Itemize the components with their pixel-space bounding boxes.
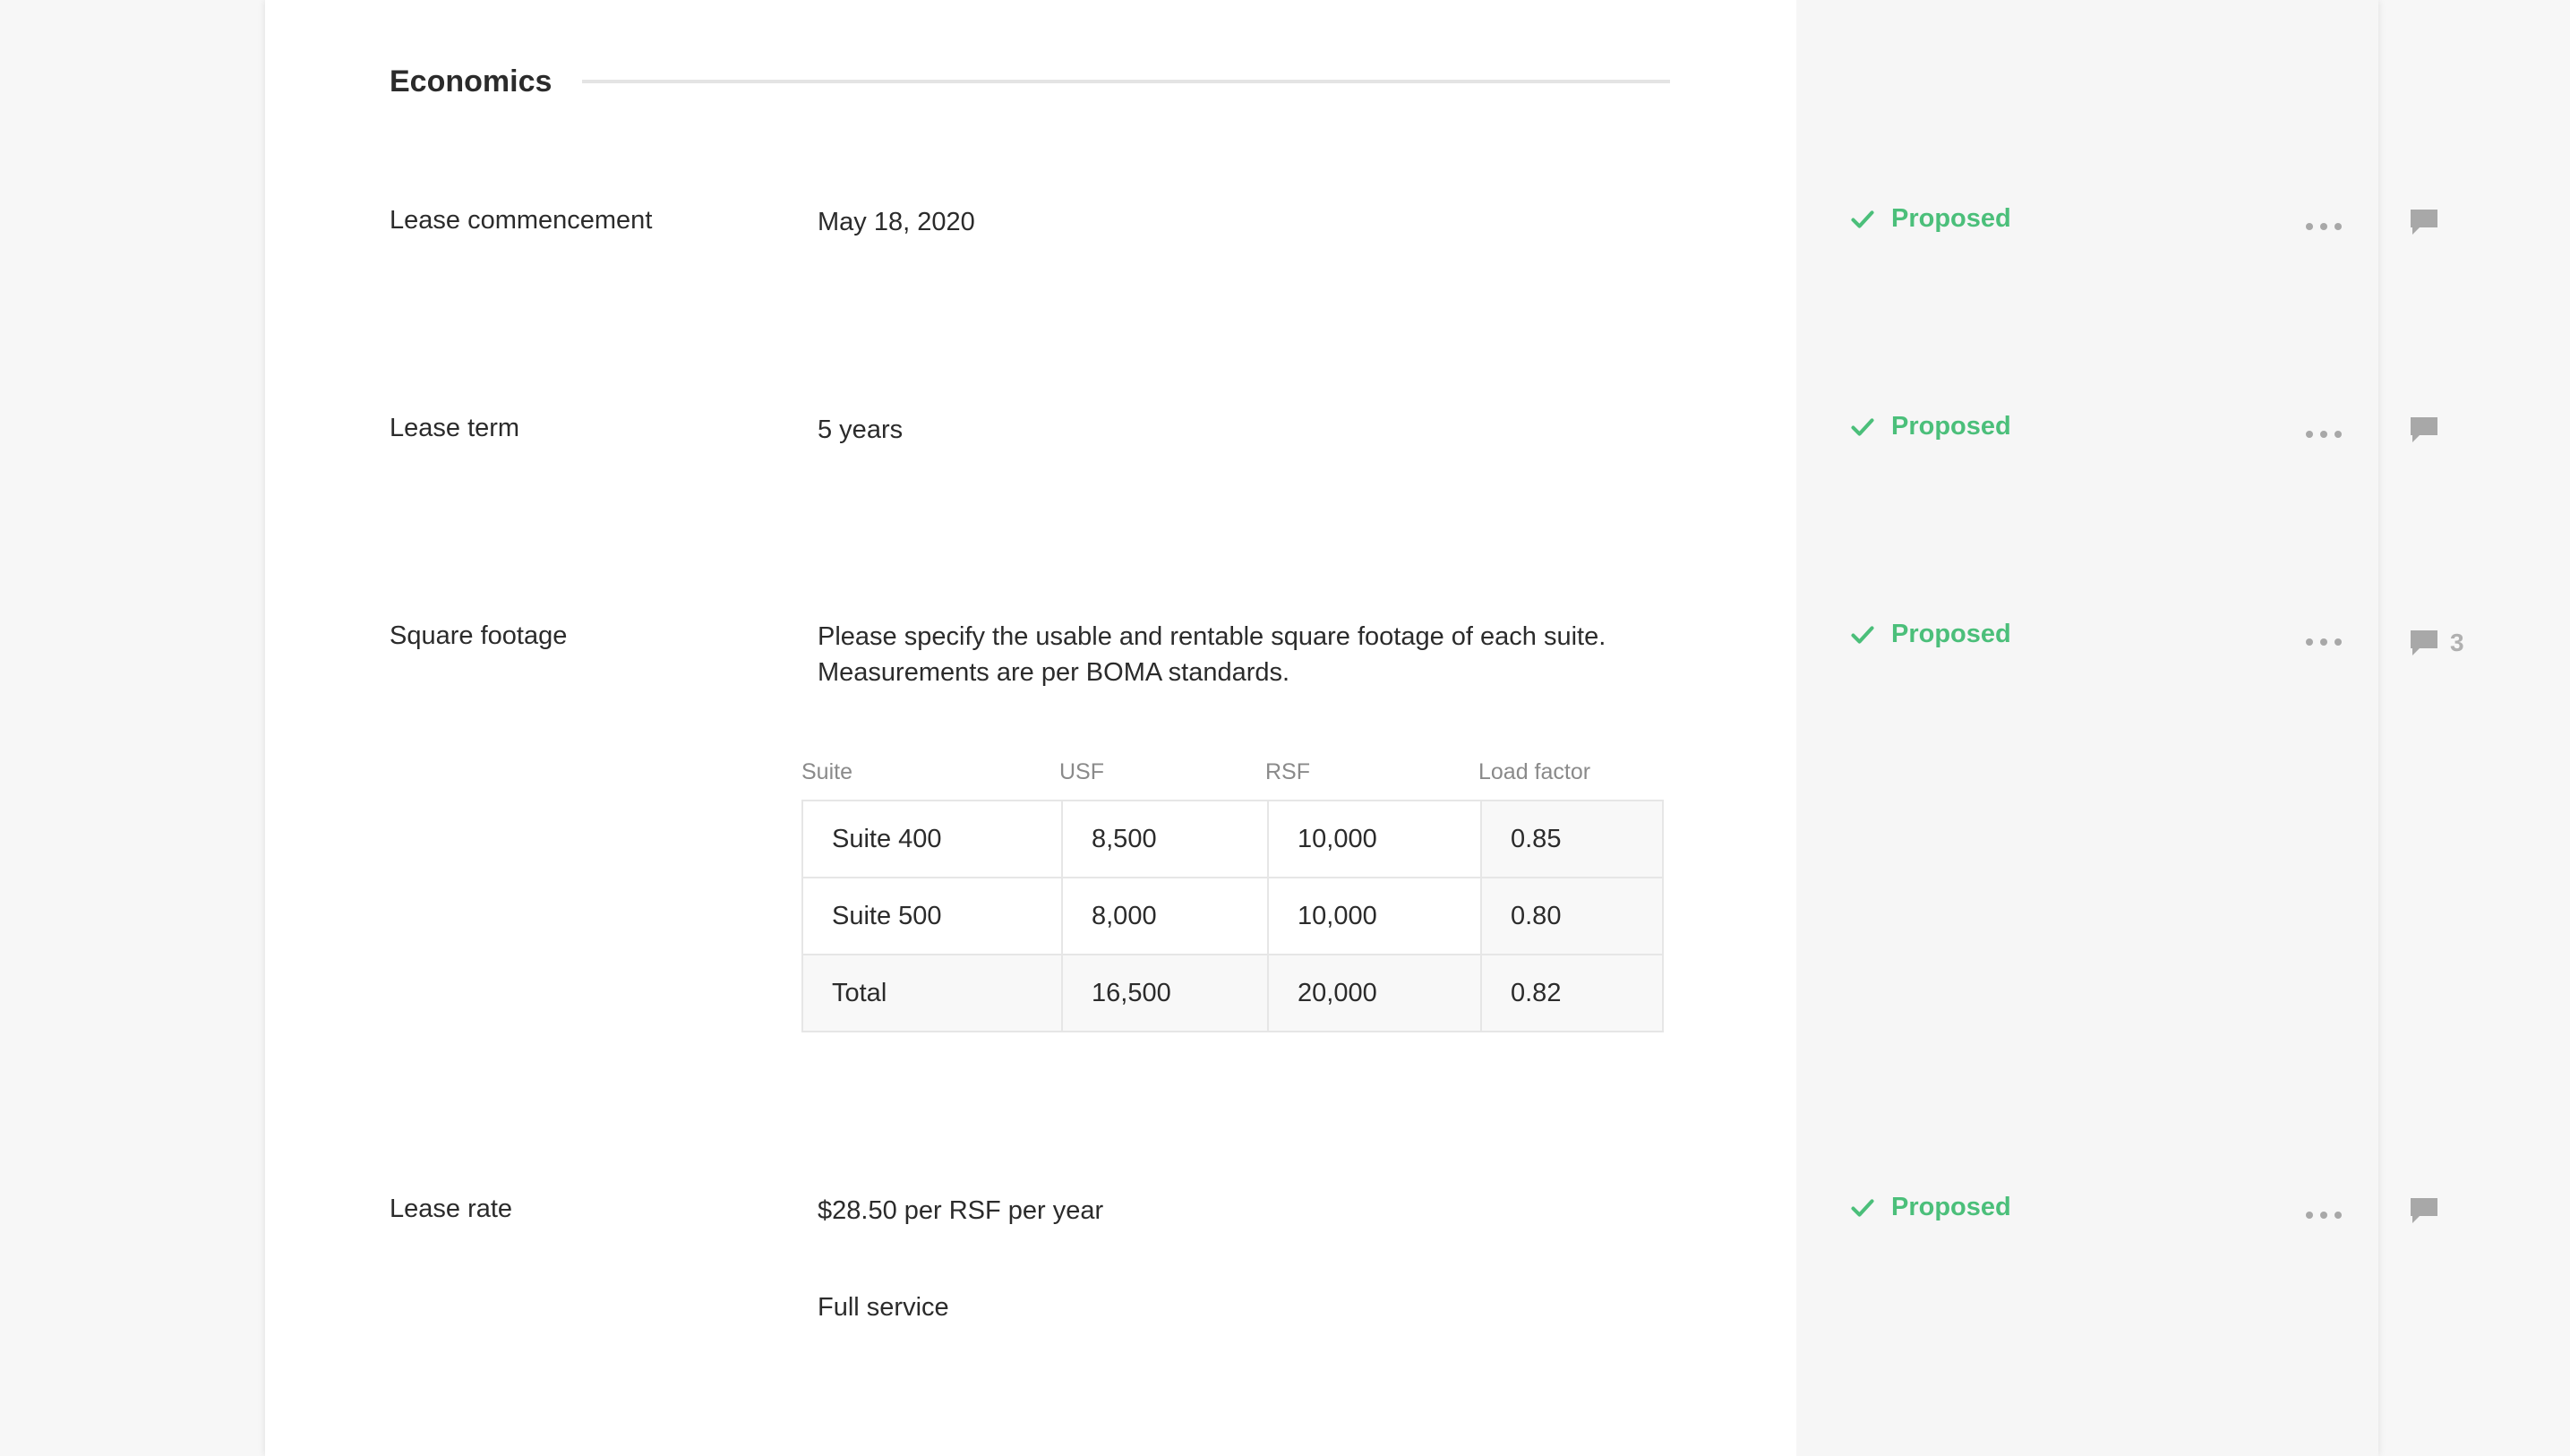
status-label: Proposed	[1891, 412, 2011, 441]
status-label: Proposed	[1891, 1193, 2011, 1221]
lease-rate-value[interactable]: $28.50 per RSF per year	[818, 1193, 1103, 1229]
square-footage-status[interactable]: Proposed	[1850, 620, 2011, 649]
lease-rate-service-type[interactable]: Full service	[818, 1289, 949, 1325]
square-footage-description: Please specify the usable and rentable s…	[818, 622, 1606, 651]
more-options-icon[interactable]	[2306, 1208, 2342, 1222]
comment-icon	[2411, 210, 2437, 235]
table-row: Suite 400 8,500 10,000 0.85	[801, 800, 1664, 878]
section-title: Economics	[390, 64, 553, 98]
lease-rate-status[interactable]: Proposed	[1850, 1193, 2011, 1222]
check-icon	[1851, 625, 1874, 644]
status-label: Proposed	[1891, 204, 2011, 233]
square-footage-table: Suite 400 8,500 10,000 0.85 Suite 500 8,…	[801, 800, 1664, 1032]
table-cell-usf[interactable]: 8,000	[1061, 877, 1269, 955]
table-cell-usf: 16,500	[1061, 954, 1269, 1032]
table-cell-load-factor: 0.82	[1480, 954, 1664, 1032]
section-header: Economics	[390, 59, 1670, 104]
check-icon	[1851, 210, 1874, 228]
square-footage-label: Square footage	[390, 621, 568, 650]
table-header-load-factor: Load factor	[1478, 759, 1591, 784]
more-options-icon[interactable]	[2306, 219, 2342, 234]
table-cell-rsf[interactable]: 10,000	[1267, 800, 1482, 878]
table-cell-load-factor: 0.85	[1480, 800, 1664, 878]
lease-term-status[interactable]: Proposed	[1850, 412, 2011, 441]
table-cell-suite[interactable]: Suite 500	[801, 877, 1063, 955]
comment-count: 3	[2450, 629, 2464, 656]
comment-button[interactable]	[2409, 1196, 2450, 1225]
comment-button[interactable]	[2409, 208, 2450, 236]
more-options-icon[interactable]	[2306, 427, 2342, 441]
table-header-suite: Suite	[801, 759, 852, 784]
lease-commencement-status[interactable]: Proposed	[1850, 204, 2011, 234]
lease-term-label: Lease term	[390, 414, 520, 442]
table-cell-rsf[interactable]: 10,000	[1267, 877, 1482, 955]
table-row-total: Total 16,500 20,000 0.82	[801, 954, 1664, 1032]
lease-rate-label: Lease rate	[390, 1195, 513, 1223]
section-divider	[582, 80, 1670, 83]
lease-commencement-value[interactable]: May 18, 2020	[818, 204, 975, 240]
comment-button[interactable]	[2409, 415, 2450, 444]
table-cell-suite[interactable]: Suite 400	[801, 800, 1063, 878]
table-row: Suite 500 8,000 10,000 0.80	[801, 877, 1664, 955]
square-footage-note: Measurements are per BOMA standards.	[818, 658, 1290, 687]
status-label: Proposed	[1891, 620, 2011, 648]
table-cell-rsf: 20,000	[1267, 954, 1482, 1032]
square-footage-value[interactable]: Please specify the usable and rentable s…	[818, 619, 1623, 690]
comment-icon	[2411, 1198, 2437, 1223]
table-header-usf: USF	[1059, 759, 1104, 784]
more-options-icon[interactable]	[2306, 635, 2342, 649]
lease-commencement-label: Lease commencement	[390, 206, 653, 235]
check-icon	[1851, 1198, 1874, 1217]
table-cell-load-factor: 0.80	[1480, 877, 1664, 955]
comment-icon	[2411, 417, 2437, 442]
check-icon	[1851, 417, 1874, 436]
table-header-rsf: RSF	[1265, 759, 1310, 784]
comment-icon	[2411, 630, 2437, 655]
comment-button[interactable]: 3	[2409, 629, 2464, 657]
table-cell-usf[interactable]: 8,500	[1061, 800, 1269, 878]
table-cell-suite: Total	[801, 954, 1063, 1032]
lease-term-value[interactable]: 5 years	[818, 412, 903, 448]
